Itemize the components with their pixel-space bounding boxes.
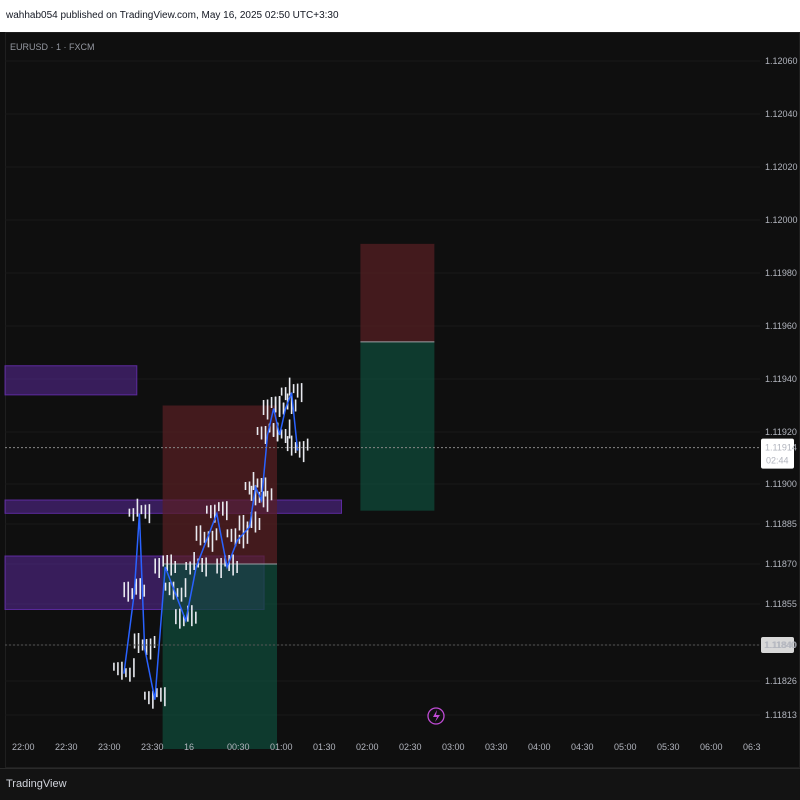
y-tick-label: 1.11840 xyxy=(765,640,797,650)
x-tick-label: 03:30 xyxy=(485,742,508,752)
y-tick-label: 1.12060 xyxy=(765,56,798,66)
x-tick-label: 04:30 xyxy=(571,742,594,752)
footer-bar: TradingView xyxy=(0,768,800,800)
y-tick-label: 1.11900 xyxy=(765,479,797,489)
x-tick-label: 22:30 xyxy=(55,742,78,752)
x-tick-label: 04:00 xyxy=(528,742,551,752)
x-tick-label: 02:00 xyxy=(356,742,379,752)
y-tick-label: 1.11980 xyxy=(765,268,797,278)
take-profit-zone xyxy=(360,341,435,511)
x-tick-label: 05:30 xyxy=(657,742,680,752)
y-tick-label: 1.11920 xyxy=(765,427,797,437)
x-tick-label: 23:00 xyxy=(98,742,121,752)
x-tick-label: 06:3 xyxy=(743,742,761,752)
y-tick-label: 1.11826 xyxy=(765,676,797,686)
lightning-icon xyxy=(433,710,440,722)
x-tick-label: 02:30 xyxy=(399,742,422,752)
x-tick-label: 16 xyxy=(184,742,194,752)
y-tick-label: 1.12040 xyxy=(765,109,798,119)
x-tick-label: 01:30 xyxy=(313,742,336,752)
y-tick-label: 1.11885 xyxy=(765,519,797,529)
x-tick-label: 01:00 xyxy=(270,742,293,752)
y-tick-label: 1.12020 xyxy=(765,162,798,172)
tradingview-logo: TradingView xyxy=(6,778,67,790)
countdown-label: 02:44 xyxy=(766,456,789,466)
y-tick-label: 1.11855 xyxy=(765,599,797,609)
current-price-label: 1.11914 xyxy=(765,443,797,453)
x-tick-label: 03:00 xyxy=(442,742,465,752)
stop-loss-zone xyxy=(162,405,277,564)
y-tick-label: 1.11940 xyxy=(765,374,797,384)
x-tick-label: 00:30 xyxy=(227,742,250,752)
take-profit-zone xyxy=(162,564,277,749)
x-tick-label: 22:00 xyxy=(12,742,35,752)
supply-zone xyxy=(4,365,138,396)
x-tick-label: 06:00 xyxy=(700,742,723,752)
y-tick-label: 1.11870 xyxy=(765,559,797,569)
x-tick-label: 05:00 xyxy=(614,742,637,752)
price-chart[interactable]: 1.11914 02:44 1.11840 1.12060 1.12040 1.12020… xyxy=(0,0,800,768)
y-tick-label: 1.12000 xyxy=(765,215,798,225)
x-tick-label: 23:30 xyxy=(141,742,164,752)
y-tick-label: 1.11813 xyxy=(765,710,797,720)
stop-loss-zone xyxy=(360,243,435,342)
y-tick-label: 1.11960 xyxy=(765,321,797,331)
